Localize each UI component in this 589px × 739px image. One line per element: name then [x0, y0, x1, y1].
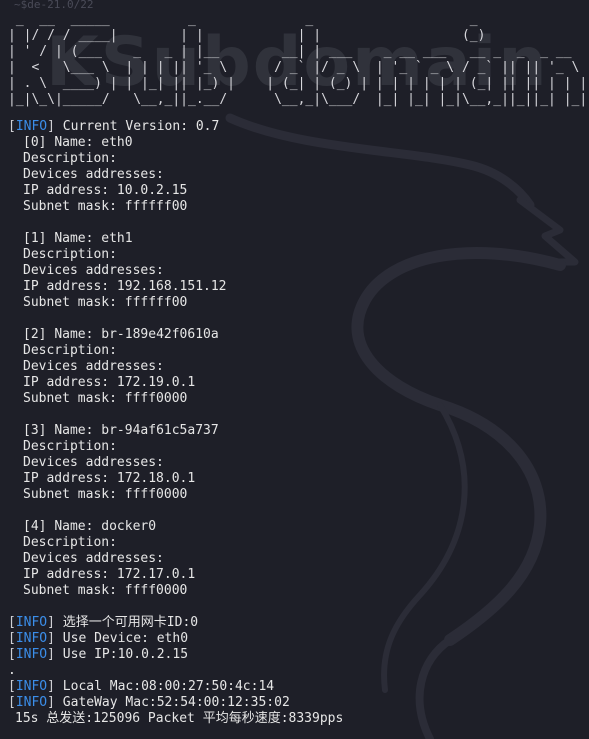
device-index: [1] — [23, 231, 47, 246]
info-tag: [INFO] — [8, 679, 63, 694]
device-ip-label: IP address: — [23, 375, 117, 390]
device-description-line: Description: — [23, 247, 117, 262]
terminal-window[interactable]: ~$de-21.0/22 KSubdomain _ __ _____ _ _ _… — [0, 0, 589, 739]
device-name-value: docker0 — [101, 519, 157, 534]
device-mask-value: ffff0000 — [124, 583, 188, 598]
info-line: [INFO] 选择一个可用网卡ID:0 — [8, 615, 583, 631]
info-tag-label: INFO — [15, 631, 48, 646]
info-line: [INFO] Local Mac:08:00:27:50:4c:14 — [8, 679, 583, 695]
device-mask-line: Subnet mask: ffff0000 — [8, 583, 583, 599]
info-tag: [INFO] — [8, 647, 63, 662]
device-index: [3] — [23, 423, 47, 438]
device-ip-value: 192.168.151.12 — [116, 279, 227, 294]
info-tag: [INFO] — [8, 631, 63, 646]
terminal-output: [INFO] Current Version: 0.7 [0] Name: eth… — [8, 119, 583, 727]
device-index: [4] — [23, 519, 47, 534]
device-ip-line: IP address: 172.17.0.1 — [8, 567, 583, 583]
device-name-value: br-189e42f0610a — [101, 327, 219, 342]
device-ip-value: 10.0.2.15 — [116, 183, 188, 198]
device-mask-label: Subnet mask: — [23, 391, 125, 406]
device-name-label: Name: — [54, 231, 102, 246]
device-mask-label: Subnet mask: — [23, 487, 125, 502]
info-text: Local Mac:08:00:27:50:4c:14 — [62, 679, 275, 694]
device-name-label: Name: — [54, 327, 102, 342]
device-mask-value: ffff0000 — [124, 391, 188, 406]
info-tag: [INFO] — [8, 615, 63, 630]
device-description-line: Description: — [23, 535, 117, 550]
device-ip-label: IP address: — [23, 471, 117, 486]
dot-line: . — [8, 663, 16, 678]
device-ip-line: IP address: 192.168.151.12 — [8, 279, 583, 295]
device-name-value: eth0 — [101, 135, 133, 150]
info-tag: [INFO] — [8, 695, 63, 710]
device-ip-label: IP address: — [23, 183, 117, 198]
status-line: 15s 总发送:125096 Packet 平均每秒速度:8339pps — [15, 711, 344, 726]
device-mask-label: Subnet mask: — [23, 295, 125, 310]
info-tag: [INFO] — [8, 119, 63, 134]
info-line: [INFO] Use Device: eth0 — [8, 631, 583, 647]
device-mask-line: Subnet mask: ffffff00 — [8, 199, 583, 215]
device-mask-label: Subnet mask: — [23, 199, 125, 214]
device-addresses-line: Devices addresses: — [23, 455, 164, 470]
info-text: GateWay Mac:52:54:00:12:35:02 — [62, 695, 290, 710]
device-ip-label: IP address: — [23, 567, 117, 582]
device-mask-line: Subnet mask: ffff0000 — [8, 487, 583, 503]
device-description-line: Description: — [23, 151, 117, 166]
device-mask-value: ffffff00 — [124, 295, 188, 310]
device-name-line: [0] Name: eth0 — [8, 135, 583, 151]
device-index: [0] — [23, 135, 47, 150]
device-mask-line: Subnet mask: ffffff00 — [8, 295, 583, 311]
version-line: [INFO] Current Version: 0.7 — [8, 119, 583, 135]
info-tag-label: INFO — [15, 695, 48, 710]
info-tag-label: INFO — [15, 615, 48, 630]
device-name-label: Name: — [54, 135, 102, 150]
info-text: 选择一个可用网卡ID:0 — [62, 615, 199, 630]
device-mask-line: Subnet mask: ffff0000 — [8, 391, 583, 407]
device-name-line: [4] Name: docker0 — [8, 519, 583, 535]
device-addresses-line: Devices addresses: — [23, 167, 164, 182]
device-ip-value: 172.19.0.1 — [116, 375, 196, 390]
device-addresses-line: Devices addresses: — [23, 359, 164, 374]
device-addresses-line: Devices addresses: — [23, 551, 164, 566]
device-name-line: [1] Name: eth1 — [8, 231, 583, 247]
device-name-label: Name: — [54, 519, 102, 534]
device-description-line: Description: — [23, 439, 117, 454]
device-ip-line: IP address: 172.19.0.1 — [8, 375, 583, 391]
info-text: Use Device: eth0 — [62, 631, 189, 646]
device-name-value: br-94af61c5a737 — [101, 423, 219, 438]
device-ip-label: IP address: — [23, 279, 117, 294]
device-ip-value: 172.17.0.1 — [116, 567, 196, 582]
device-ip-line: IP address: 10.0.2.15 — [8, 183, 583, 199]
device-ip-value: 172.18.0.1 — [116, 471, 196, 486]
device-name-value: eth1 — [101, 231, 133, 246]
device-name-line: [3] Name: br-94af61c5a737 — [8, 423, 583, 439]
device-mask-label: Subnet mask: — [23, 583, 125, 598]
info-text: Use IP:10.0.2.15 — [62, 647, 189, 662]
info-tag-label: INFO — [15, 119, 48, 134]
device-description-line: Description: — [23, 343, 117, 358]
device-name-line: [2] Name: br-189e42f0610a — [8, 327, 583, 343]
device-index: [2] — [23, 327, 47, 342]
info-tag-label: INFO — [15, 647, 48, 662]
device-ip-line: IP address: 172.18.0.1 — [8, 471, 583, 487]
info-line: [INFO] Use IP:10.0.2.15 — [8, 647, 583, 663]
ascii-banner: _ __ _____ _ _ _ | |/ / / ____| | | | | … — [8, 12, 588, 107]
info-text: Current Version: 0.7 — [62, 119, 220, 134]
device-name-label: Name: — [54, 423, 102, 438]
device-mask-value: ffffff00 — [124, 199, 188, 214]
info-tag-label: INFO — [15, 679, 48, 694]
device-addresses-line: Devices addresses: — [23, 263, 164, 278]
info-line: [INFO] GateWay Mac:52:54:00:12:35:02 — [8, 695, 583, 711]
background-window-text: ~$de-21.0/22 — [14, 0, 94, 11]
device-mask-value: ffff0000 — [124, 487, 188, 502]
